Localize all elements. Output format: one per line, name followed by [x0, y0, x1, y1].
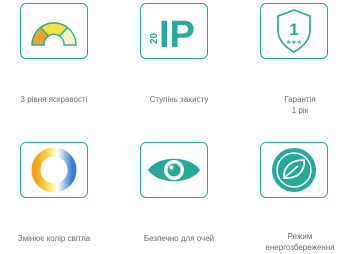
- feature-label-eco: Режим енергозбереження: [265, 232, 335, 252]
- leaf-eco-icon: [272, 148, 316, 192]
- warranty-number: 1: [289, 20, 298, 39]
- feature-tile-eye: [140, 142, 208, 198]
- feature-tile-eco: [260, 142, 328, 198]
- color-temperature-ring-icon: [31, 147, 77, 193]
- feature-tile-warranty: 1 ★★★: [260, 3, 328, 59]
- feature-tile-color: [20, 142, 88, 198]
- feature-tile-brightness: [20, 3, 88, 59]
- feature-label-warranty: Гарантія 1 рік: [284, 95, 316, 115]
- feature-label-eye: Безпечно для очей: [143, 234, 215, 243]
- ip-text: IP: [159, 14, 195, 54]
- feature-label-color: Змінює колір світла: [17, 234, 91, 243]
- warranty-shield-icon: 1 ★★★: [277, 9, 311, 53]
- feature-label-brightness: 3 рівня яскравості: [20, 95, 88, 104]
- eye-icon: [148, 158, 200, 182]
- warranty-stars: ★★★: [286, 39, 302, 46]
- brightness-gauge-icon: [31, 22, 77, 46]
- feature-label-protection: Ступінь захисту: [149, 95, 209, 104]
- ip20-icon: 20 IP: [149, 14, 195, 54]
- feature-tile-ip20: 20 IP: [140, 3, 208, 59]
